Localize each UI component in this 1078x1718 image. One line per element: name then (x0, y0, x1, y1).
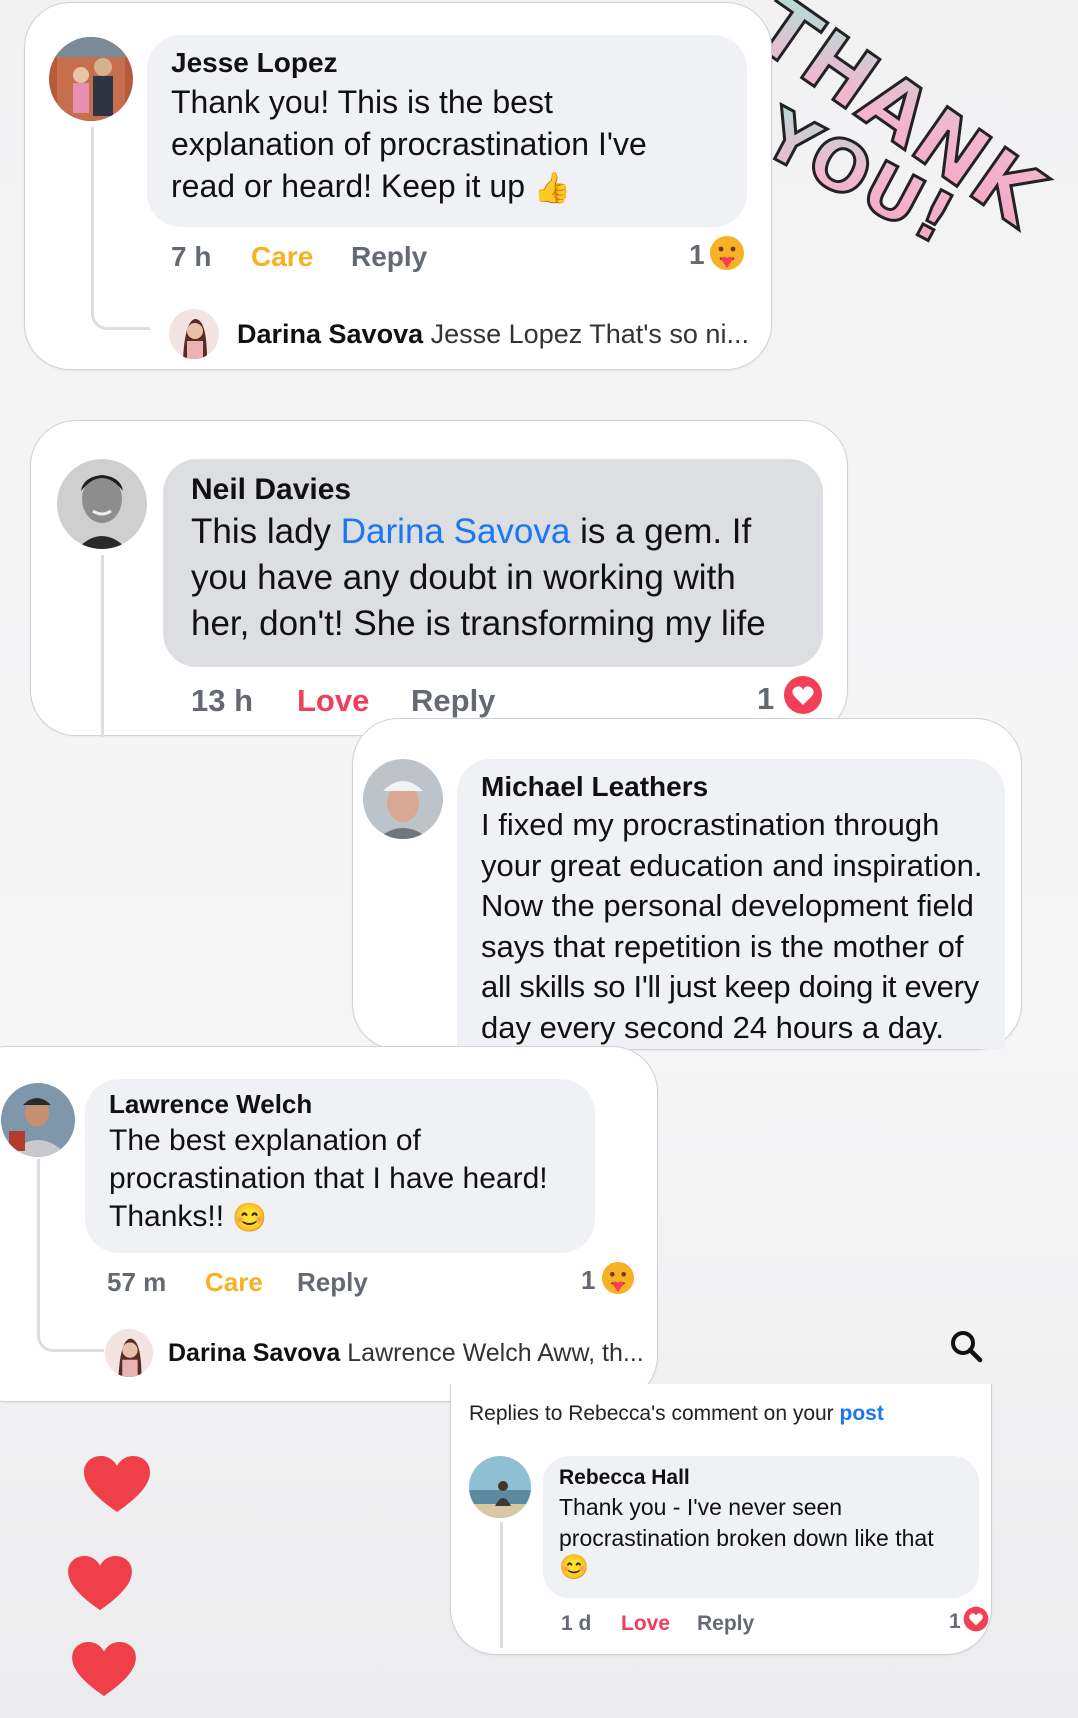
reply-text: Lawrence Welch Aww, th... (347, 1339, 644, 1367)
reply-button[interactable]: Reply (411, 683, 495, 719)
comment-card-michael: Michael Leathers I fixed my procrastinat… (352, 718, 1022, 1050)
care-reaction-button[interactable]: Care (251, 241, 313, 273)
thread-line (91, 127, 150, 330)
avatar-image (49, 37, 133, 121)
love-reaction-button[interactable]: Love (621, 1612, 670, 1636)
comment-text-line: Thank you - I've never seen (559, 1494, 843, 1520)
smile-emoji-icon: 😊 (232, 1202, 268, 1234)
avatar-image (1, 1083, 75, 1157)
thread-line (500, 1522, 503, 1648)
comment-text-line: The best explanation of (109, 1124, 421, 1157)
comment-text-line: Thank you! This is the best (171, 84, 553, 120)
comment-text-line: your great education and inspiration. (481, 847, 983, 883)
comment-bubble[interactable]: Lawrence Welch The best explanation of p… (85, 1079, 595, 1253)
author-name[interactable]: Lawrence Welch (109, 1089, 571, 1120)
love-reaction-icon[interactable] (783, 675, 823, 715)
avatar[interactable] (57, 459, 147, 549)
avatar[interactable] (1, 1083, 75, 1157)
reply-author: Darina Savova (168, 1339, 341, 1367)
reaction-count: 1 (757, 681, 775, 716)
love-reaction-icon[interactable] (963, 1606, 989, 1632)
mention-link[interactable]: Darina Savova (341, 512, 571, 551)
thank-you-sticker: THANK YOU! (740, 0, 1064, 260)
smile-emoji-icon: 😊 (559, 1554, 589, 1581)
comment-text-line: read or heard! Keep it up (171, 168, 526, 204)
reply-avatar[interactable] (105, 1329, 153, 1377)
comment-text-line: explanation of procrastination I've (171, 126, 647, 162)
avatar-image (363, 759, 443, 839)
comment-text-line: procrastination that I have heard! (109, 1162, 548, 1195)
thread-line (101, 555, 104, 737)
avatar[interactable] (49, 37, 133, 121)
heart-sticker (68, 1556, 132, 1611)
heart-sticker (72, 1642, 136, 1697)
comment-text-line: Thanks!! (109, 1200, 225, 1233)
reply-button[interactable]: Reply (697, 1612, 754, 1636)
author-name[interactable]: Michael Leathers (481, 771, 981, 803)
comment-bubble[interactable]: Michael Leathers I fixed my procrastinat… (457, 759, 1005, 1049)
love-reaction-button[interactable]: Love (297, 683, 369, 719)
care-reaction-button[interactable]: Care (205, 1267, 263, 1298)
avatar[interactable] (363, 759, 443, 839)
reaction-count: 1 (581, 1265, 596, 1295)
reply-author: Darina Savova (237, 319, 424, 349)
replies-header-text: Replies to Rebecca's comment on your (469, 1402, 840, 1425)
replies-header: Replies to Rebecca's comment on your pos… (469, 1402, 884, 1426)
reply-preview[interactable]: Darina Savova Jesse Lopez That's so ni..… (237, 319, 749, 350)
comment-text: This lady (191, 512, 341, 551)
reaction-count: 1 (689, 239, 705, 270)
reaction-count: 1 (949, 1610, 961, 1633)
avatar[interactable] (469, 1456, 531, 1518)
thumbs-up-emoji-icon: 👍 (533, 171, 572, 205)
comment-text-line: procrastination broken down like that (559, 1525, 934, 1551)
comment-bubble[interactable]: Jesse Lopez Thank you! This is the best … (147, 35, 747, 227)
comment-time: 57 m (107, 1267, 167, 1297)
author-name[interactable]: Neil Davies (191, 473, 795, 507)
post-link[interactable]: post (840, 1402, 884, 1425)
comment-card-rebecca: Replies to Rebecca's comment on your pos… (450, 1384, 992, 1655)
comment-text-line: her, don't! She is transforming my life (191, 604, 766, 643)
comment-text: is a gem. If (570, 512, 752, 551)
avatar-image (57, 459, 147, 549)
comment-text-line: you have any doubt in working with (191, 558, 736, 597)
avatar-image (469, 1456, 531, 1518)
comment-card-lawrence: Lawrence Welch The best explanation of p… (0, 1046, 658, 1402)
author-name[interactable]: Jesse Lopez (171, 47, 723, 79)
reply-text: Jesse Lopez That's so ni... (430, 319, 749, 349)
comment-text-line: all skills so I'll just keep doing it ev… (481, 969, 979, 1004)
comment-bubble[interactable]: Neil Davies This lady Darina Savova is a… (163, 459, 823, 667)
heart-sticker (84, 1456, 150, 1512)
reply-avatar[interactable] (169, 309, 219, 359)
search-icon[interactable] (948, 1328, 984, 1364)
author-name[interactable]: Rebecca Hall (559, 1466, 963, 1490)
care-reaction-icon[interactable] (601, 1261, 635, 1295)
reply-button[interactable]: Reply (297, 1267, 368, 1298)
comment-text-line: Now the personal development field (481, 888, 974, 923)
comment-bubble[interactable]: Rebecca Hall Thank you - I've never seen… (543, 1456, 979, 1598)
comment-text-line: day every second 24 hours a day. (481, 1009, 944, 1045)
comment-time: 7 h (171, 241, 212, 272)
comment-card-jesse: Jesse Lopez Thank you! This is the best … (24, 2, 772, 370)
reply-preview[interactable]: Darina Savova Lawrence Welch Aww, th... (168, 1339, 644, 1368)
comment-text-line: I fixed my procrastination through (481, 807, 940, 842)
comment-card-neil: Neil Davies This lady Darina Savova is a… (30, 420, 848, 737)
reply-button[interactable]: Reply (351, 241, 427, 273)
comment-time: 13 h (191, 683, 254, 718)
care-reaction-icon[interactable] (709, 235, 745, 271)
comment-text-line: says that repetition is the mother of (481, 928, 964, 964)
comment-time: 1 d (561, 1612, 592, 1635)
